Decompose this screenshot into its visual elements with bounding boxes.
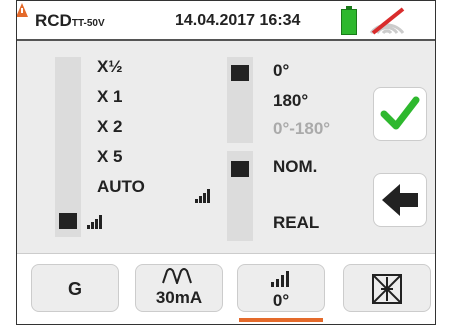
back-button[interactable] bbox=[373, 173, 427, 227]
phase-selector[interactable] bbox=[231, 65, 249, 81]
status-bar: RCDTT-50V 14.04.2017 16:34 bbox=[17, 1, 435, 41]
multiplier-option[interactable]: X 1 bbox=[97, 87, 123, 107]
wifi-disabled-icon[interactable] bbox=[367, 7, 407, 35]
arrow-left-icon bbox=[382, 184, 418, 216]
phase-option[interactable]: 180° bbox=[273, 91, 308, 111]
tab-auxiliary[interactable] bbox=[343, 264, 431, 312]
battery-full-icon bbox=[341, 6, 357, 35]
active-tab-indicator bbox=[239, 318, 323, 322]
waveform-icon bbox=[162, 268, 192, 287]
tab-current[interactable]: 30mA bbox=[135, 264, 223, 312]
multiplier-option[interactable]: X½ bbox=[97, 57, 123, 77]
phase-option-selected[interactable]: 0° bbox=[273, 61, 289, 81]
mode-label[interactable]: RCDTT-50V bbox=[27, 11, 105, 31]
instrument-screen: RCDTT-50V 14.04.2017 16:34 X½ X 1 X 2 X … bbox=[16, 0, 436, 325]
tab-test-type-label: G bbox=[67, 279, 82, 299]
ramp-icon bbox=[271, 271, 289, 287]
parameter-tabs: G 30mA 0° bbox=[17, 253, 435, 324]
current-mode-option-selected[interactable]: NOM. bbox=[273, 157, 317, 177]
checkmark-icon bbox=[380, 96, 420, 130]
tab-current-label: 30mA bbox=[155, 288, 203, 307]
mode-sublabel: TT-50V bbox=[71, 18, 105, 29]
current-mode-option[interactable]: REAL bbox=[273, 213, 319, 233]
date-time: 14.04.2017 16:34 bbox=[175, 12, 301, 29]
tab-test-type[interactable]: G bbox=[31, 264, 119, 312]
ramp-icon bbox=[87, 215, 102, 229]
current-mode-selector[interactable] bbox=[231, 161, 249, 177]
tab-phase-label: 0° bbox=[272, 291, 290, 310]
multiplier-selector[interactable] bbox=[59, 213, 77, 229]
multiplier-option-selected[interactable]: AUTO bbox=[97, 177, 145, 197]
multiplier-option[interactable]: X 5 bbox=[97, 147, 123, 167]
multiplier-option[interactable]: X 2 bbox=[97, 117, 123, 137]
tab-phase[interactable]: 0° bbox=[237, 264, 325, 312]
ramp-icon bbox=[195, 189, 210, 203]
settings-panel: X½ X 1 X 2 X 5 AUTO 0° 180° 0°-180° NOM.… bbox=[17, 41, 435, 253]
confirm-button[interactable] bbox=[373, 87, 427, 141]
phase-option-disabled: 0°-180° bbox=[273, 119, 331, 138]
multiplier-scrollbar[interactable] bbox=[55, 57, 81, 237]
rcd-disabled-icon bbox=[372, 274, 402, 304]
